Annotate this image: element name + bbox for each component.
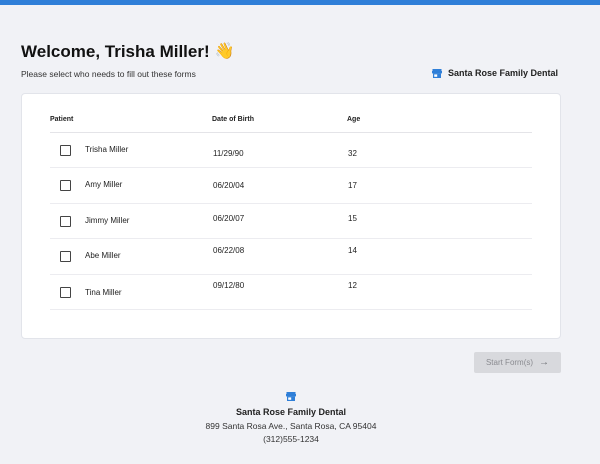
patient-checkbox[interactable] <box>60 251 71 263</box>
patient-age: 15 <box>348 213 357 223</box>
column-header-dob: Date of Birth <box>212 116 254 123</box>
patient-name: Amy Miller <box>85 180 123 190</box>
practice-footer: Santa Rose Family Dental 899 Santa Rosa … <box>0 392 582 447</box>
column-header-age: Age <box>347 116 361 123</box>
patient-checkbox[interactable] <box>60 286 71 298</box>
patient-checkbox[interactable] <box>60 145 71 156</box>
footer-phone: (312)555-1234 <box>263 434 319 444</box>
patient-checkbox[interactable] <box>60 215 71 227</box>
patient-age: 32 <box>348 149 357 158</box>
practice-name: Santa Rose Family Dental <box>447 68 558 78</box>
practice-badge: Santa Rose Family Dental <box>431 68 558 78</box>
top-accent-bar <box>0 0 600 5</box>
arrow-right-icon: → <box>539 356 550 368</box>
page-title: Welcome, Trisha Miller! 👋 <box>21 42 235 62</box>
patient-name: Jimmy Miller <box>85 215 130 225</box>
patient-table-body: Trisha Miller 11/29/90 32 Amy Miller 06/… <box>50 133 532 310</box>
patient-name: Tina Miller <box>85 287 122 297</box>
table-header: Patient Date of Birth Age <box>50 116 532 133</box>
store-icon <box>286 392 296 401</box>
patient-dob: 06/20/07 <box>213 213 245 223</box>
patient-age: 14 <box>348 246 357 256</box>
start-forms-label: Start Form(s) <box>485 358 534 367</box>
table-row[interactable]: Tina Miller 09/12/80 12 <box>50 275 532 310</box>
patient-name: Abe Miller <box>85 251 121 261</box>
table-row[interactable]: Jimmy Miller 06/20/07 15 <box>50 204 532 240</box>
footer-practice-name: Santa Rose Family Dental <box>235 407 347 417</box>
welcome-title-text: Welcome, Trisha Miller! <box>21 42 210 61</box>
page-subtitle: Please select who needs to fill out thes… <box>21 69 196 79</box>
column-header-patient: Patient <box>50 116 74 123</box>
waving-hand-icon: 👋 <box>214 43 235 60</box>
patient-dob: 06/20/04 <box>213 181 245 191</box>
table-row[interactable]: Trisha Miller 11/29/90 32 <box>50 133 532 169</box>
patient-dob: 09/12/80 <box>213 280 245 290</box>
patient-age: 17 <box>348 181 357 191</box>
patient-dob: 06/22/08 <box>213 246 245 256</box>
patient-checkbox[interactable] <box>60 180 71 192</box>
table-row[interactable]: Abe Miller 06/22/08 14 <box>50 239 532 275</box>
start-forms-button[interactable]: Start Form(s) → <box>474 352 561 373</box>
store-icon <box>431 68 442 78</box>
patient-age: 12 <box>348 280 357 290</box>
patient-dob: 11/29/90 <box>213 149 244 158</box>
patient-selection-card: Patient Date of Birth Age Trisha Miller … <box>21 93 561 339</box>
table-row[interactable]: Amy Miller 06/20/04 17 <box>50 168 532 204</box>
patient-name: Trisha Miller <box>85 145 129 154</box>
footer-address: 899 Santa Rosa Ave., Santa Rosa, CA 9540… <box>205 421 377 431</box>
